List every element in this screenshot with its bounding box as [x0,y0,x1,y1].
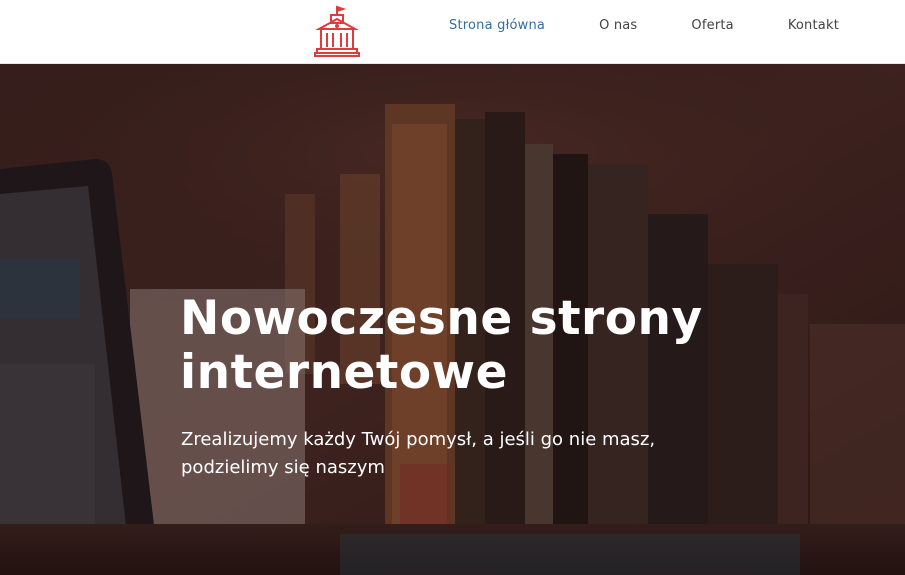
top-navbar: Strona główna O nas Oferta Kontakt [0,0,905,64]
nav-link-contact[interactable]: Kontakt [788,18,839,33]
bank-building-icon [314,5,360,57]
main-menu: Strona główna O nas Oferta Kontakt [449,0,905,50]
hero-section: Nowoczesne strony internetowe Zrealizuje… [0,64,905,575]
logo[interactable] [313,5,361,57]
hero-subtitle: Zrealizujemy każdy Twój pomysł, a jeśli … [181,429,656,478]
nav-link-home[interactable]: Strona główna [449,18,545,33]
nav-link-offer[interactable]: Oferta [691,18,733,33]
nav-link-about[interactable]: O nas [599,18,637,33]
hero-title: Nowoczesne strony internetowe [180,291,703,400]
